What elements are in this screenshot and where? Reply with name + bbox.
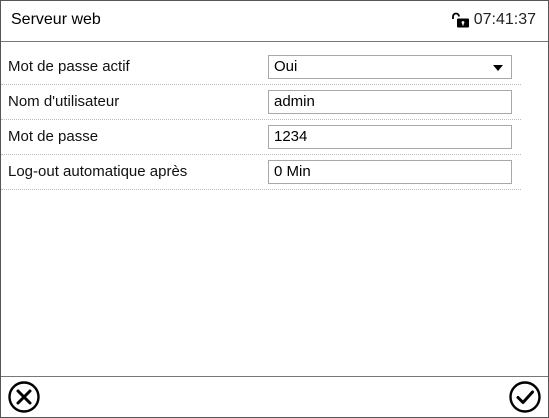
setting-row-auto-logout: Log-out automatique après 0 Min <box>1 155 521 190</box>
close-circle-icon[interactable] <box>7 381 41 417</box>
setting-label: Log-out automatique après <box>8 163 188 180</box>
username-field[interactable]: admin <box>268 90 512 114</box>
clock-time: 07:41:37 <box>473 11 536 28</box>
dropdown-arrow-icon[interactable] <box>493 65 503 71</box>
check-circle-icon[interactable] <box>508 381 542 417</box>
action-bar <box>1 376 548 417</box>
select-value: Oui <box>274 58 298 75</box>
setting-label: Nom d'utilisateur <box>8 93 120 110</box>
unlocked-padlock-icon <box>451 12 471 28</box>
password-active-select[interactable]: Oui <box>268 55 512 79</box>
setting-row-username: Nom d'utilisateur admin <box>1 85 521 120</box>
confirm-button[interactable] <box>508 380 542 414</box>
status-area: 07:41:37 <box>451 11 536 29</box>
setting-row-password-active: Mot de passe actif Oui <box>1 50 521 85</box>
setting-label: Mot de passe actif <box>8 58 130 75</box>
page-title: Serveur web <box>11 11 101 28</box>
settings-list: Mot de passe actif Oui Nom d'utilisateur… <box>1 50 548 190</box>
title-bar: Serveur web 07:41:37 <box>1 1 548 42</box>
cancel-button[interactable] <box>7 380 41 414</box>
password-field[interactable]: 1234 <box>268 125 512 149</box>
web-server-settings-screen: Serveur web 07:41:37 Mot de passe actif … <box>0 0 549 418</box>
setting-row-password: Mot de passe 1234 <box>1 120 521 155</box>
setting-label: Mot de passe <box>8 128 99 145</box>
auto-logout-field[interactable]: 0 Min <box>268 160 512 184</box>
